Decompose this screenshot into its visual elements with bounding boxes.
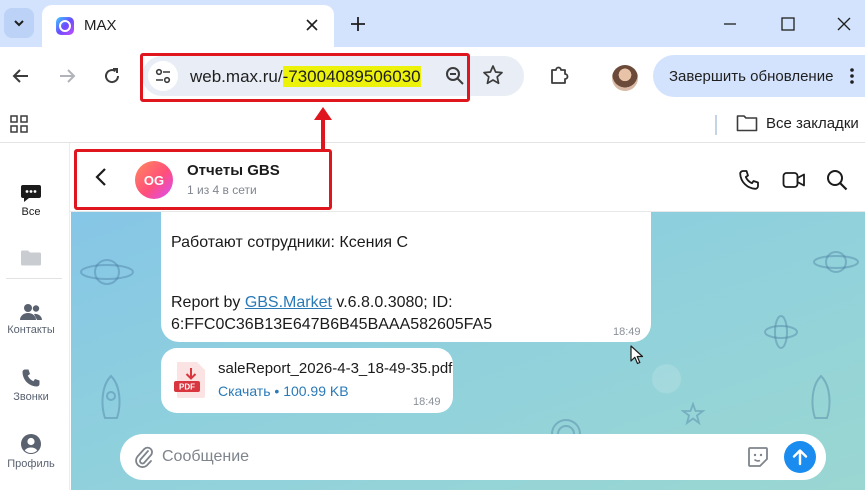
bookmarks-divider	[715, 115, 717, 135]
file-name[interactable]: saleReport_2026-4-3_18-49-35.pdf	[218, 360, 452, 377]
sidebar-item-label: Звонки	[13, 391, 49, 403]
call-button[interactable]	[738, 169, 760, 196]
contacts-icon	[20, 304, 43, 320]
search-icon	[827, 170, 848, 191]
sticker-icon	[748, 447, 768, 467]
message-input[interactable]	[162, 434, 722, 480]
chevron-down-icon	[14, 20, 24, 27]
mouse-cursor-icon	[630, 345, 644, 365]
report-suffix: v.6.8.0.3080; ID:	[331, 294, 453, 311]
max-logo-icon	[56, 17, 74, 35]
report-prefix: Report by	[171, 294, 245, 311]
sidebar-item-label: Все	[21, 206, 41, 218]
sidebar-item-all[interactable]: Все	[0, 183, 62, 218]
update-label: Завершить обновление	[669, 68, 834, 85]
pdf-file-icon[interactable]: PDF	[173, 360, 209, 400]
file-message-bubble[interactable]: PDF saleReport_2026-4-3_18-49-35.pdf Ска…	[161, 348, 453, 413]
chat-search-button[interactable]	[826, 169, 848, 196]
folder-icon	[736, 115, 758, 132]
video-camera-icon	[782, 172, 805, 188]
file-size: 100.99 KB	[283, 383, 349, 399]
star-icon	[681, 402, 705, 426]
arrow-up-icon	[792, 449, 808, 466]
chat-icon	[21, 185, 41, 202]
message-time: 18:49	[613, 326, 641, 338]
extensions-button[interactable]	[548, 64, 570, 91]
close-icon	[306, 19, 318, 31]
message-bubble[interactable]: Работают сотрудники: Ксения С Report by …	[161, 212, 651, 342]
tab-strip: MAX	[0, 0, 865, 47]
maximize-icon	[781, 17, 795, 31]
plus-icon	[351, 17, 365, 31]
rocket-icon	[101, 374, 121, 419]
all-bookmarks-folder-icon[interactable]	[736, 114, 758, 137]
forward-nav-button[interactable]	[54, 63, 80, 89]
planet-icon	[813, 251, 859, 273]
file-meta: Скачать • 100.99 KB	[218, 383, 349, 399]
message-composer	[120, 434, 826, 480]
new-tab-button[interactable]	[346, 12, 370, 36]
profile-icon	[21, 434, 41, 454]
more-vert-icon	[850, 68, 854, 84]
star-icon	[483, 65, 503, 85]
sidebar-item-calls[interactable]: Звонки	[0, 368, 62, 403]
sticker-button[interactable]	[746, 445, 770, 474]
sidebar-item-label: Профиль	[7, 458, 55, 470]
arrow-right-icon	[60, 69, 76, 83]
reload-icon	[105, 68, 120, 84]
app-sidebar: Все Контакты Звонки Профиль	[0, 143, 70, 490]
attach-button[interactable]	[134, 445, 154, 474]
video-call-button[interactable]	[782, 169, 806, 196]
back-nav-button[interactable]	[8, 63, 34, 89]
rocket-icon	[811, 374, 831, 419]
tab-close-button[interactable]	[302, 15, 322, 35]
window-close-button[interactable]	[832, 12, 856, 36]
minimize-button[interactable]	[718, 12, 742, 36]
update-button[interactable]: Завершить обновление	[653, 55, 865, 97]
puzzle-icon	[551, 66, 569, 84]
sidebar-divider	[6, 278, 62, 279]
tab-title: MAX	[84, 17, 117, 34]
sidebar-item-contacts[interactable]: Контакты	[0, 303, 62, 336]
maximize-button[interactable]	[776, 12, 800, 36]
folder-icon	[21, 250, 41, 266]
bookmarks-bar: Все закладки	[0, 105, 865, 143]
apps-grid-icon	[10, 115, 28, 133]
close-icon	[837, 17, 851, 31]
planet-icon	[80, 259, 134, 285]
download-link[interactable]: Скачать	[218, 383, 271, 399]
message-id-line: 6:FFC0C36B13E647B6B45BAAA582605FA5	[171, 316, 493, 333]
paperclip-icon	[135, 446, 153, 468]
gbs-market-link[interactable]: GBS.Market	[245, 294, 332, 311]
chat-header-highlight-box	[74, 149, 332, 210]
apps-button[interactable]	[10, 115, 28, 138]
all-bookmarks-label[interactable]: Все закладки	[766, 115, 859, 132]
sidebar-item-label: Контакты	[7, 324, 55, 336]
message-time: 18:49	[413, 396, 441, 408]
pdf-label: PDF	[179, 383, 195, 392]
sidebar-item-folder[interactable]	[0, 249, 62, 270]
address-bar-highlight-box	[140, 53, 470, 102]
message-report-line: Report by GBS.Market v.6.8.0.3080; ID:	[171, 294, 453, 312]
bookmark-star-button[interactable]	[482, 64, 504, 91]
annotation-arrow-icon	[314, 107, 332, 150]
profile-avatar[interactable]	[612, 65, 638, 91]
sidebar-item-profile[interactable]: Профиль	[0, 433, 62, 470]
browser-tab[interactable]: MAX	[42, 5, 334, 47]
message-text-line: Работают сотрудники: Ксения С	[171, 234, 409, 251]
phone-icon	[22, 369, 40, 387]
send-button[interactable]	[784, 441, 816, 473]
arrow-left-icon	[12, 69, 28, 83]
atom-icon	[764, 315, 798, 349]
tab-search-button[interactable]	[4, 8, 34, 38]
minimize-icon	[724, 23, 736, 25]
phone-icon	[739, 170, 759, 190]
reload-button[interactable]	[99, 63, 125, 89]
